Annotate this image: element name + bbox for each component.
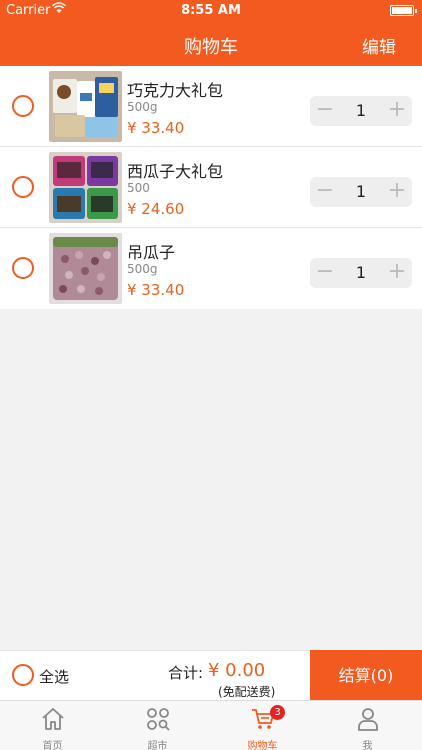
tab-home[interactable]: 首页 <box>0 701 105 750</box>
total-amount: ¥ 0.00 <box>208 660 266 681</box>
increase-quantity-button[interactable]: + <box>382 96 412 126</box>
cart-list: 巧克力大礼包 500g ¥ 33.40 − 1 + 西瓜子大礼包 500 ¥ 2… <box>0 66 422 309</box>
edit-button[interactable]: 编辑 <box>362 33 396 58</box>
grid-icon <box>147 708 170 731</box>
tab-label: 首页 <box>42 741 63 750</box>
item-select-radio[interactable] <box>12 176 34 198</box>
select-all-label[interactable]: 全选 <box>39 666 69 687</box>
quantity-stepper: − 1 + <box>310 177 412 207</box>
item-select-radio[interactable] <box>12 257 34 279</box>
shipping-note: (免配送费) <box>218 685 276 699</box>
tab-cart[interactable]: 3 购物车 <box>210 701 315 750</box>
checkout-bar: 全选 合计: ¥ 0.00 (免配送费) 结算(0) <box>0 650 422 701</box>
battery-icon <box>390 5 417 16</box>
checkout-button[interactable]: 结算(0) <box>310 650 422 701</box>
product-price: ¥ 24.60 <box>127 200 185 218</box>
product-price: ¥ 33.40 <box>127 281 185 299</box>
select-all-radio[interactable] <box>12 664 34 686</box>
user-icon <box>358 708 378 731</box>
clock: 8:55 AM <box>181 3 241 18</box>
item-select-radio[interactable] <box>12 95 34 117</box>
quantity-value[interactable]: 1 <box>340 182 382 201</box>
quantity-value[interactable]: 1 <box>340 101 382 120</box>
total-label: 合计: <box>168 664 204 682</box>
decrease-quantity-button[interactable]: − <box>310 96 340 126</box>
tab-label: 购物车 <box>247 741 278 750</box>
product-price: ¥ 33.40 <box>127 119 185 137</box>
quantity-value[interactable]: 1 <box>340 263 382 282</box>
tab-bar: 首页 超市 3 购物车 我 <box>0 700 422 750</box>
status-bar: Carrier 8:55 AM <box>0 0 422 22</box>
nav-bar: 购物车 编辑 <box>0 22 422 66</box>
tab-supermarket[interactable]: 超市 <box>105 701 210 750</box>
increase-quantity-button[interactable]: + <box>382 177 412 207</box>
product-image-chocolate <box>49 71 122 142</box>
product-name[interactable]: 巧克力大礼包 <box>127 77 223 101</box>
cart-item: 吊瓜子 500g ¥ 33.40 − 1 + <box>0 228 422 309</box>
product-name[interactable]: 吊瓜子 <box>127 239 175 263</box>
tab-profile[interactable]: 我 <box>315 701 420 750</box>
product-spec: 500g <box>127 262 158 276</box>
product-spec: 500 <box>127 181 150 195</box>
cart-item: 西瓜子大礼包 500 ¥ 24.60 − 1 + <box>0 147 422 228</box>
product-image-melon-seeds <box>49 233 122 304</box>
cart-item: 巧克力大礼包 500g ¥ 33.40 − 1 + <box>0 66 422 147</box>
product-name[interactable]: 西瓜子大礼包 <box>127 158 223 182</box>
decrease-quantity-button[interactable]: − <box>310 258 340 288</box>
tab-label: 超市 <box>147 741 168 750</box>
home-icon <box>42 708 64 730</box>
tab-label: 我 <box>362 741 373 750</box>
quantity-stepper: − 1 + <box>310 258 412 288</box>
page-title: 购物车 <box>184 37 238 58</box>
product-image-watermelon-seeds <box>49 152 122 223</box>
quantity-stepper: − 1 + <box>310 96 412 126</box>
decrease-quantity-button[interactable]: − <box>310 177 340 207</box>
product-spec: 500g <box>127 100 158 114</box>
cart-count-badge: 3 <box>270 705 285 720</box>
increase-quantity-button[interactable]: + <box>382 258 412 288</box>
